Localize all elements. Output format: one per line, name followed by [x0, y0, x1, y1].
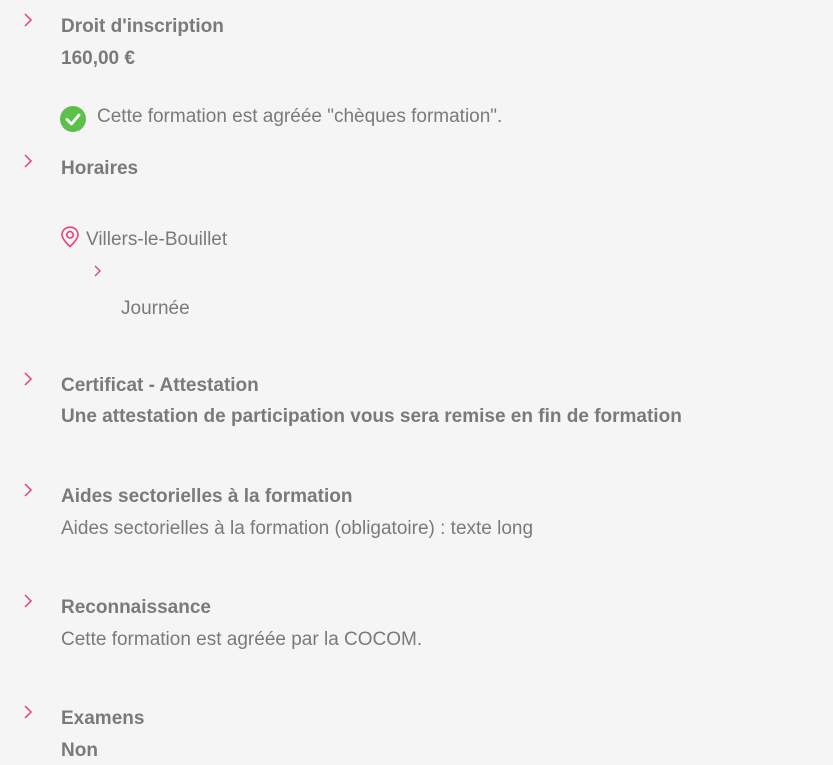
price-value: 160,00 €: [61, 48, 135, 69]
section-title: Reconnaissance: [61, 597, 211, 618]
chevron-right-icon[interactable]: [22, 704, 34, 720]
chevron-right-icon[interactable]: [22, 153, 34, 169]
section-title: Examens: [61, 708, 145, 729]
section-title: Certificat - Attestation: [61, 375, 259, 396]
location-name: Villers-le-Bouillet: [86, 229, 228, 250]
schedule-label: Journée: [121, 298, 190, 319]
check-circle-icon: [60, 106, 86, 132]
chevron-right-icon[interactable]: [22, 482, 34, 498]
section-text: Une attestation de participation vous se…: [61, 406, 682, 427]
map-pin-icon: [60, 226, 80, 248]
section-title: Aides sectorielles à la formation: [61, 486, 353, 507]
cheques-formation-badge: Cette formation est agréée "chèques form…: [97, 106, 503, 127]
section-title: Droit d'inscription: [61, 16, 224, 37]
chevron-right-icon[interactable]: [22, 371, 34, 387]
section-text: Non: [61, 740, 98, 761]
chevron-right-icon[interactable]: [22, 12, 34, 28]
chevron-right-icon[interactable]: [92, 264, 102, 278]
section-title: Horaires: [61, 158, 139, 179]
chevron-right-icon[interactable]: [22, 593, 34, 609]
section-text: Aides sectorielles à la formation (oblig…: [61, 518, 534, 539]
section-text: Cette formation est agréée par la COCOM.: [61, 629, 423, 650]
